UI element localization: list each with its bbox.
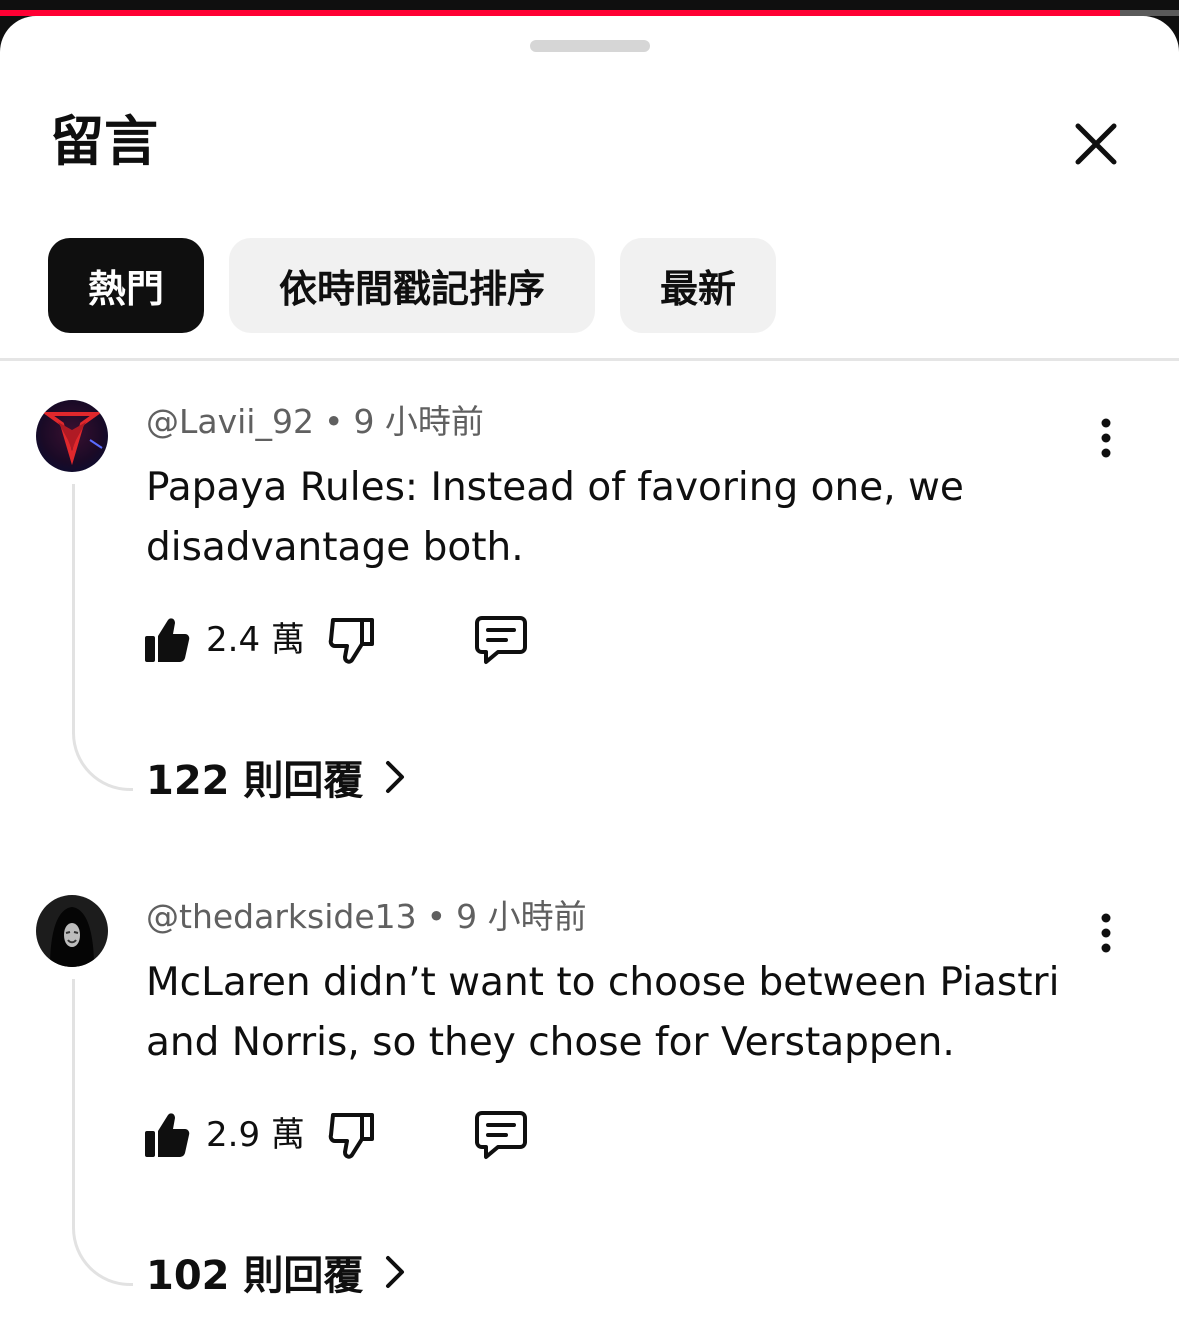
chevron-right-icon — [383, 1254, 407, 1290]
comment-time: 9 小時前 — [353, 402, 484, 441]
reply-count: 102 則回覆 — [146, 1253, 364, 1299]
comment-icon — [475, 1111, 527, 1159]
hooded-figure-avatar-icon — [36, 895, 108, 967]
header-divider — [0, 358, 1179, 361]
comment-text: McLaren didn’t want to choose between Pi… — [146, 960, 1060, 1065]
chip-newest[interactable]: 最新 — [620, 238, 776, 333]
comment-author[interactable]: @thedarkside13 — [146, 897, 417, 936]
thumbs-down-icon — [328, 618, 374, 664]
more-options-button[interactable] — [1086, 909, 1126, 957]
like-button[interactable] — [144, 612, 190, 668]
chip-timestamp[interactable]: 依時間戳記排序 — [229, 238, 595, 333]
comment-actions: 2.4 萬 — [144, 612, 564, 668]
thumbs-down-icon — [328, 1113, 374, 1159]
panel-title: 留言 — [50, 110, 158, 173]
thread-line — [72, 484, 133, 791]
comment-meta: @Lavii_92 • 9 小時前 — [146, 402, 484, 441]
reply-button[interactable] — [474, 612, 528, 668]
sort-chips: 熱門 依時間戳記排序 最新 — [48, 238, 776, 333]
more-options-button[interactable] — [1086, 414, 1126, 462]
thread-line — [72, 979, 133, 1286]
dislike-button[interactable] — [328, 612, 374, 668]
more-vert-icon — [1101, 913, 1111, 953]
like-button[interactable] — [144, 1107, 190, 1163]
like-count: 2.4 萬 — [206, 620, 305, 660]
comment-icon — [475, 616, 527, 664]
avatar[interactable] — [36, 895, 108, 967]
view-replies-button[interactable]: 122 則回覆 — [146, 752, 407, 804]
avatar[interactable] — [36, 400, 108, 472]
close-icon — [1075, 123, 1117, 165]
more-vert-icon — [1101, 418, 1111, 458]
drag-handle[interactable] — [530, 40, 650, 52]
comment-text: Papaya Rules: Instead of favoring one, w… — [146, 465, 964, 570]
comment-author[interactable]: @Lavii_92 — [146, 402, 314, 441]
chip-popular[interactable]: 熱門 — [48, 238, 204, 333]
thumbs-up-icon — [145, 618, 190, 662]
reply-button[interactable] — [474, 1107, 528, 1163]
comments-screen: 留言 熱門 依時間戳記排序 最新 @Lavii_92 • 9 小時前 Papay… — [0, 0, 1179, 1342]
comments-sheet: 留言 熱門 依時間戳記排序 最新 @Lavii_92 • 9 小時前 Papay… — [0, 16, 1179, 1342]
dislike-button[interactable] — [328, 1107, 374, 1163]
like-count: 2.9 萬 — [206, 1115, 305, 1155]
chevron-right-icon — [383, 759, 407, 795]
red-emblem-avatar-icon — [36, 400, 108, 472]
close-button[interactable] — [1068, 116, 1124, 172]
reply-count: 122 則回覆 — [146, 758, 364, 804]
view-replies-button[interactable]: 102 則回覆 — [146, 1247, 407, 1299]
thumbs-up-icon — [145, 1113, 190, 1157]
comment-actions: 2.9 萬 — [144, 1107, 564, 1163]
comment-meta: @thedarkside13 • 9 小時前 — [146, 897, 587, 936]
comment-time: 9 小時前 — [456, 897, 587, 936]
